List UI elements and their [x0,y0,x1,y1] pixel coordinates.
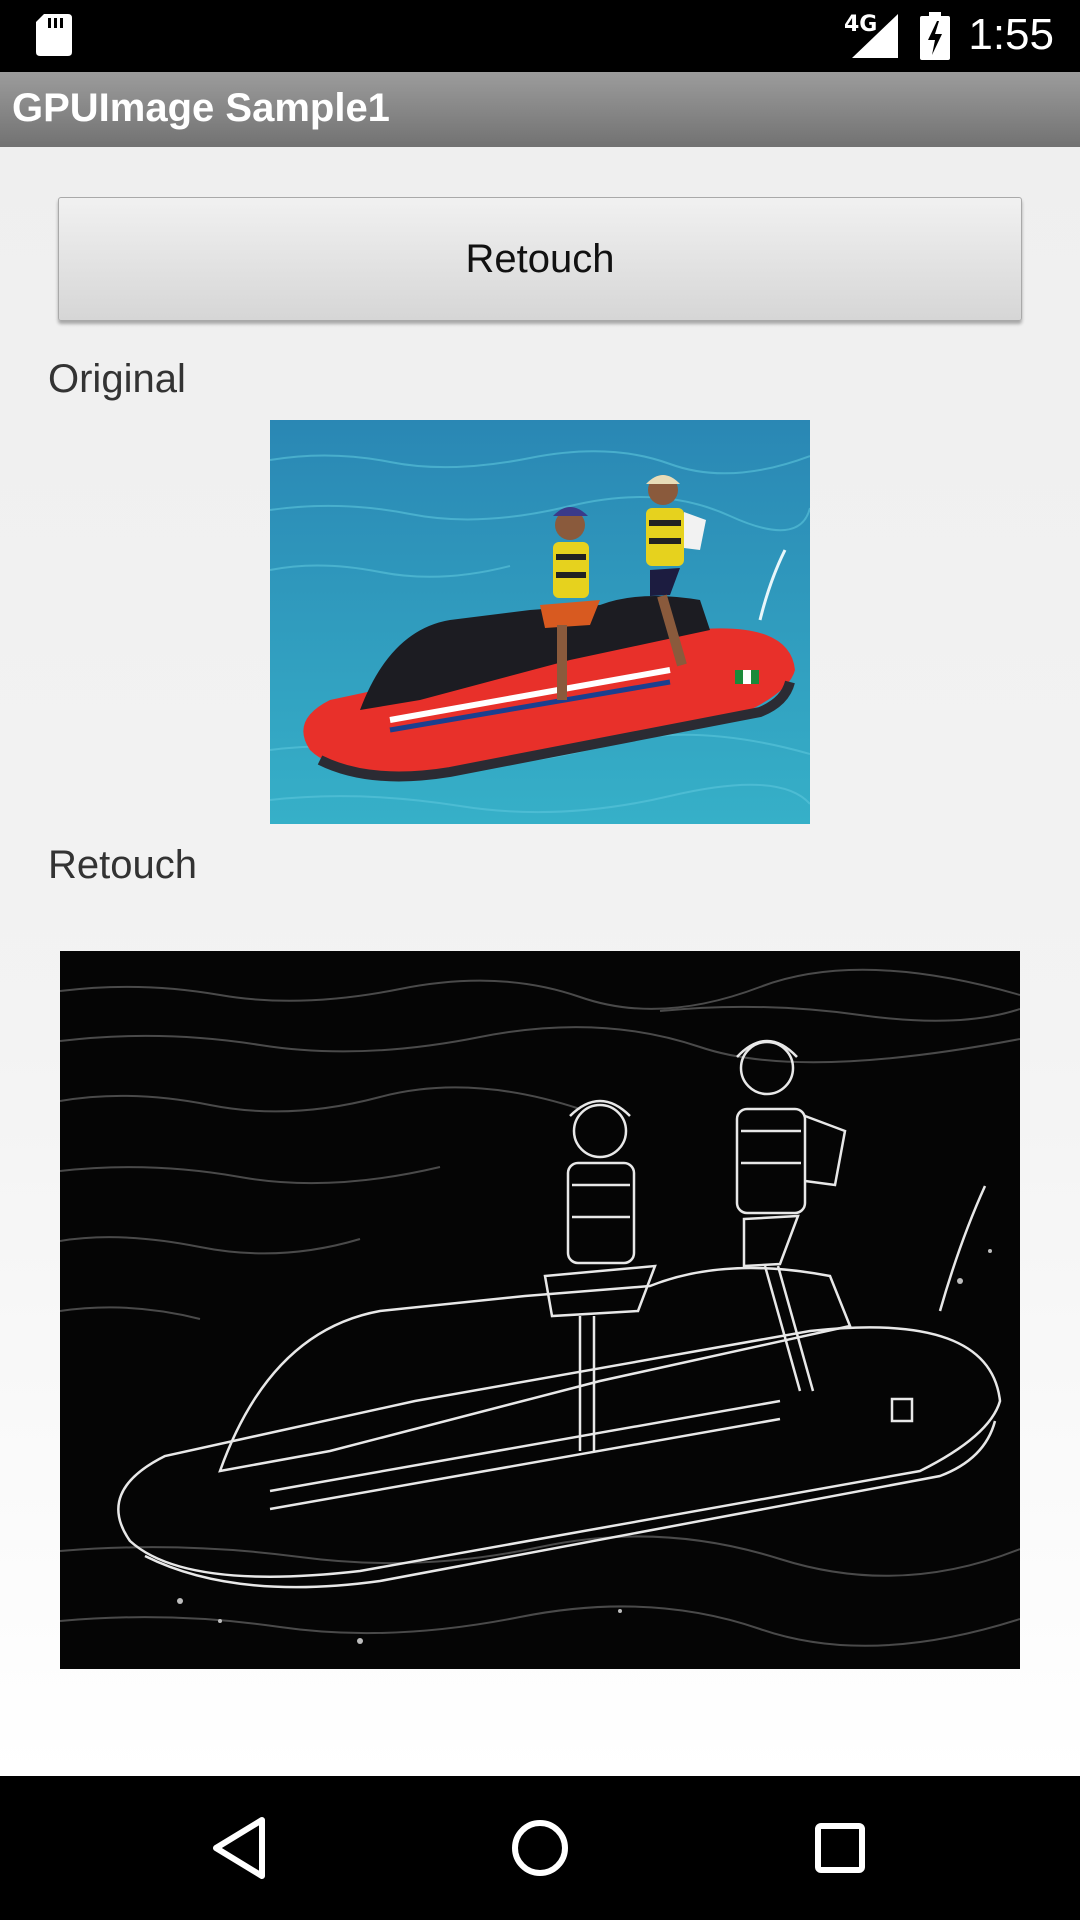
back-icon[interactable] [204,1812,276,1884]
original-image [270,420,810,824]
navigation-bar [0,1776,1080,1920]
retouched-image [60,951,1020,1669]
clock: 1:55 [968,10,1054,59]
home-icon[interactable] [504,1812,576,1884]
signal-icon [852,14,898,58]
sd-card-icon [36,14,72,56]
status-bar: 4G 1:55 [0,0,1080,72]
original-label: Original [48,357,186,401]
app-title: GPUImage Sample1 [12,86,390,130]
action-bar: GPUImage Sample1 [0,72,1080,147]
retouch-button[interactable]: Retouch [58,197,1022,321]
battery-charging-icon [920,12,950,60]
recents-icon[interactable] [804,1812,876,1884]
main-content: Retouch Original Retouch [0,147,1080,1776]
retouch-label: Retouch [48,843,197,887]
